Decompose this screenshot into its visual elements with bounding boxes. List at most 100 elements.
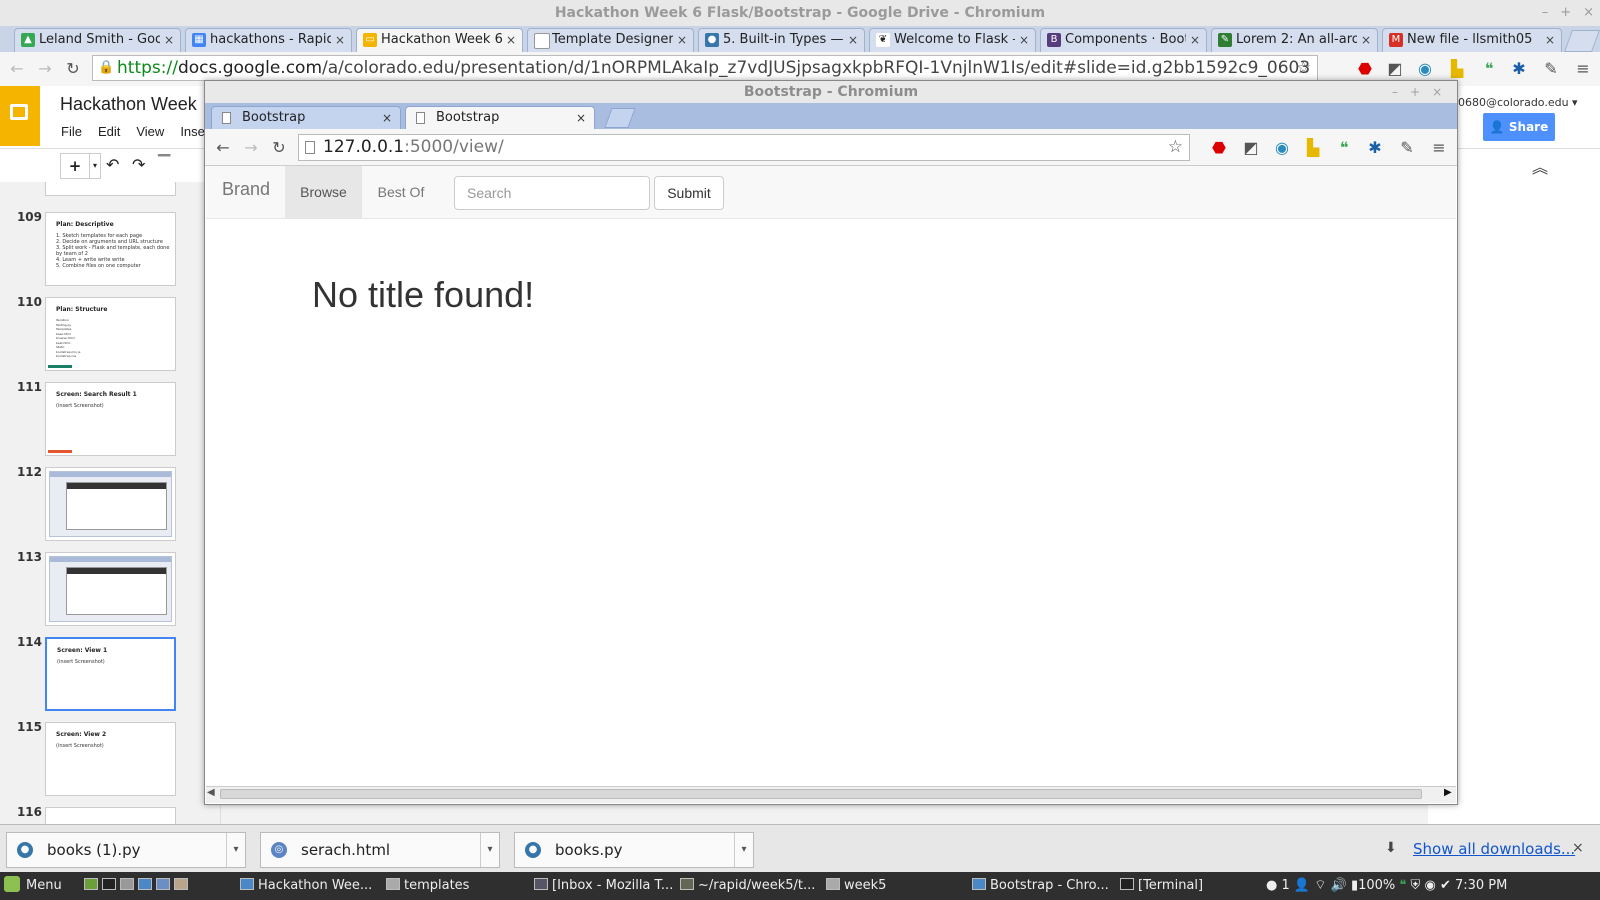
- slide-thumb-108[interactable]: [45, 182, 176, 196]
- tab-hackathons[interactable]: ▦ hackathons - Rapid ×: [185, 28, 352, 52]
- hangouts-icon[interactable]: ❝: [1478, 58, 1500, 80]
- close-tab-icon[interactable]: ×: [1190, 29, 1200, 51]
- menu-insert[interactable]: Inse: [180, 124, 205, 139]
- extension-eye-icon[interactable]: ◉: [1271, 137, 1293, 159]
- maximize-icon[interactable]: +: [1410, 85, 1420, 99]
- accessibility-icon[interactable]: ✱: [1508, 58, 1530, 80]
- gimp-icon[interactable]: [174, 878, 188, 890]
- minimize-icon[interactable]: –: [1392, 85, 1398, 99]
- tab-built-in-types[interactable]: ● 5. Built-in Types — P ×: [698, 28, 865, 52]
- slide-thumb-109[interactable]: Plan: Descriptive 1. Sketch templates fo…: [45, 212, 176, 286]
- search-input[interactable]: [454, 176, 650, 210]
- keep-icon[interactable]: ▙: [1302, 137, 1324, 159]
- task-bootstrap-chromium[interactable]: Bootstrap - Chro...: [972, 872, 1109, 900]
- reload-icon[interactable]: ↻: [62, 58, 84, 80]
- update-icon[interactable]: ✔: [1440, 878, 1451, 893]
- task-rapid-week5[interactable]: ~/rapid/week5/t...: [680, 872, 815, 900]
- slide-thumb-115[interactable]: Screen: View 2 (insert Screenshot): [45, 722, 176, 796]
- paint-format-icon[interactable]: ▔: [158, 154, 170, 173]
- menu-file[interactable]: File: [61, 124, 82, 139]
- back-icon[interactable]: ←: [6, 58, 28, 80]
- hangouts-icon[interactable]: ❝: [1333, 137, 1355, 159]
- chrome-icon[interactable]: [156, 878, 170, 890]
- share-button[interactable]: 👤 Share: [1483, 113, 1555, 141]
- keep-icon[interactable]: ▙: [1446, 58, 1468, 80]
- download-item[interactable]: ● books (1).py ▾: [6, 832, 246, 868]
- minimize-icon[interactable]: –: [1542, 5, 1549, 20]
- scroll-right-icon[interactable]: ▶: [1444, 787, 1452, 798]
- task-inbox-thunderbird[interactable]: [Inbox - Mozilla T...: [534, 872, 673, 900]
- close-icon[interactable]: ×: [1583, 5, 1594, 20]
- chevron-down-icon[interactable]: ▾: [226, 833, 245, 867]
- undo-icon[interactable]: ↶: [106, 155, 119, 174]
- chevron-down-icon[interactable]: ▾: [734, 833, 753, 867]
- slide-thumb-116[interactable]: [45, 807, 176, 824]
- pocket-icon[interactable]: ◩: [1240, 137, 1262, 159]
- close-icon[interactable]: ×: [1572, 840, 1584, 856]
- bookmark-star-icon[interactable]: ☆: [1296, 56, 1311, 80]
- tab-new-file-gmail[interactable]: M New file - llsmith05 ×: [1382, 28, 1562, 52]
- task-hackathon-week[interactable]: Hackathon Wee...: [240, 872, 372, 900]
- back-icon[interactable]: ←: [212, 137, 234, 159]
- shield-icon[interactable]: ⛨: [1411, 878, 1421, 893]
- show-all-downloads-link[interactable]: Show all downloads...: [1413, 840, 1575, 858]
- inner-address-bar[interactable]: 127.0.0.1:5000/view/ ☆: [298, 134, 1190, 161]
- bookmark-star-icon[interactable]: ☆: [1168, 135, 1183, 160]
- tab-hackathon-week-6[interactable]: ▭ Hackathon Week 6 ×: [356, 28, 523, 52]
- slide-thumb-113[interactable]: [45, 552, 176, 626]
- menu-icon[interactable]: ≡: [1428, 137, 1450, 159]
- collapse-icon[interactable]: ︽: [1532, 154, 1548, 178]
- files-icon[interactable]: [120, 878, 134, 890]
- desktop-icon[interactable]: [84, 878, 98, 890]
- tab-bootstrap-2[interactable]: Bootstrap ×: [405, 106, 595, 130]
- chevron-down-icon[interactable]: ▾: [480, 833, 499, 867]
- tab-welcome-to-flask[interactable]: ❦ Welcome to Flask — ×: [869, 28, 1036, 52]
- eyedropper-icon[interactable]: ✎: [1540, 58, 1562, 80]
- chromium-tray-icon[interactable]: ◉: [1424, 878, 1435, 893]
- close-icon[interactable]: ×: [1432, 85, 1442, 99]
- download-item[interactable]: ◎ serach.html ▾: [260, 832, 500, 868]
- nav-best-of[interactable]: Best Of: [368, 166, 434, 218]
- adblock-icon[interactable]: ⬣: [1208, 137, 1230, 159]
- download-item[interactable]: ● books.py ▾: [514, 832, 754, 868]
- chevron-down-icon[interactable]: ▾: [89, 153, 101, 179]
- volume-icon[interactable]: 🔊: [1331, 878, 1347, 893]
- wifi-icon[interactable]: ⌔: [1314, 878, 1326, 893]
- redo-icon[interactable]: ↷: [132, 155, 145, 174]
- chromium-icon[interactable]: [138, 878, 152, 890]
- account-email[interactable]: 0680@colorado.edu ▾: [1458, 96, 1578, 109]
- slide-thumb-112[interactable]: [45, 467, 176, 541]
- forward-icon[interactable]: →: [240, 137, 262, 159]
- close-tab-icon[interactable]: ×: [335, 29, 345, 51]
- tab-components-bootstrap[interactable]: B Components · Boots ×: [1040, 28, 1207, 52]
- task-templates[interactable]: templates: [386, 872, 469, 900]
- close-tab-icon[interactable]: ×: [1019, 29, 1029, 51]
- submit-button[interactable]: Submit: [654, 176, 724, 210]
- terminal-icon[interactable]: [102, 878, 116, 890]
- add-slide-button[interactable]: +: [60, 153, 90, 179]
- menu-icon[interactable]: ≡: [1572, 58, 1594, 80]
- user-icon[interactable]: 👤: [1294, 878, 1310, 893]
- outer-address-bar[interactable]: 🔒 https://docs.google.com/a/colorado.edu…: [92, 55, 1318, 81]
- forward-icon[interactable]: →: [34, 58, 56, 80]
- eyedropper-icon[interactable]: ✎: [1396, 137, 1418, 159]
- tab-lorem-2[interactable]: ✎ Lorem 2: An all-arou ×: [1211, 28, 1378, 52]
- reload-icon[interactable]: ↻: [268, 137, 290, 159]
- document-title[interactable]: Hackathon Week: [60, 94, 197, 115]
- slides-logo-icon[interactable]: [0, 86, 40, 146]
- accessibility-icon[interactable]: ✱: [1364, 137, 1386, 159]
- maximize-icon[interactable]: +: [1560, 5, 1571, 20]
- tab-template-designer[interactable]: Template Designer D×: [527, 28, 694, 52]
- task-week5[interactable]: week5: [826, 872, 886, 900]
- menu-view[interactable]: View: [136, 124, 164, 139]
- hangouts-tray-icon[interactable]: ❝: [1399, 878, 1406, 893]
- slide-thumb-111[interactable]: Screen: Search Result 1 (insert Screensh…: [45, 382, 176, 456]
- task-terminal[interactable]: [Terminal]: [1120, 872, 1203, 900]
- slide-thumb-114[interactable]: Screen: View 1 (insert Screenshot): [45, 637, 176, 711]
- close-tab-icon[interactable]: ×: [506, 29, 516, 51]
- pocket-icon[interactable]: ◩: [1384, 58, 1406, 80]
- close-tab-icon[interactable]: ×: [1545, 29, 1555, 51]
- close-tab-icon[interactable]: ×: [1361, 29, 1371, 51]
- slide-thumb-110[interactable]: Plan: Structure Iteration Testing.py Tem…: [45, 297, 176, 371]
- scroll-left-icon[interactable]: ◀: [207, 787, 215, 798]
